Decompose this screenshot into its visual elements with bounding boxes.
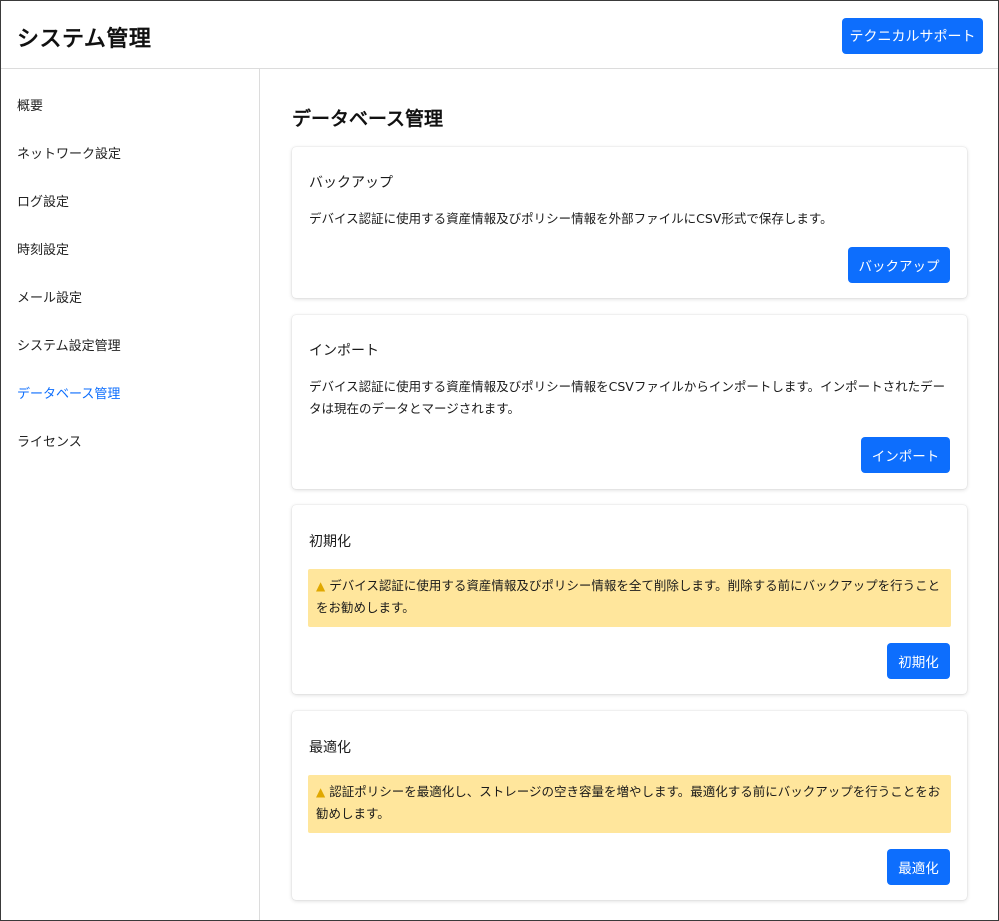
sidebar-item-license[interactable]: ライセンス — [17, 431, 82, 450]
sidebar-item-log-settings[interactable]: ログ設定 — [17, 191, 69, 210]
page-title: データベース管理 — [292, 108, 444, 130]
warning-text: デバイス認証に使用する資産情報及びポリシー情報を全て削除します。削除する前にバッ… — [316, 578, 941, 615]
backup-card: バックアップ デバイス認証に使用する資産情報及びポリシー情報を外部ファイルにCS… — [292, 147, 967, 298]
warning-triangle-icon: ▲ — [316, 785, 326, 799]
technical-support-button[interactable]: テクニカルサポート — [842, 18, 983, 54]
warning-alert: ▲ デバイス認証に使用する資産情報及びポリシー情報を全て削除します。削除する前にバ… — [308, 569, 951, 627]
sidebar-item-system-settings[interactable]: システム設定管理 — [17, 335, 121, 354]
sidebar-item-time-settings[interactable]: 時刻設定 — [17, 239, 69, 258]
warning-alert: ▲ 認証ポリシーを最適化し、ストレージの空き容量を増やします。最適化する前にバック… — [308, 775, 951, 833]
card-title: バックアップ — [309, 175, 393, 191]
header: システム管理 テクニカルサポート — [1, 1, 998, 69]
optimize-button[interactable]: 最適化 — [887, 849, 950, 885]
card-title: 初期化 — [309, 534, 351, 550]
warning-text: 認証ポリシーを最適化し、ストレージの空き容量を増やします。最適化する前にバックア… — [316, 784, 941, 821]
sidebar-item-overview[interactable]: 概要 — [17, 95, 43, 114]
card-description: デバイス認証に使用する資産情報及びポリシー情報をCSVファイルからインポートしま… — [309, 379, 946, 416]
optimize-card: 最適化 ▲ 認証ポリシーを最適化し、ストレージの空き容量を増やします。最適化する前… — [292, 711, 967, 900]
sidebar-item-database[interactable]: データベース管理 — [17, 383, 120, 402]
import-card: インポート デバイス認証に使用する資産情報及びポリシー情報をCSVファイルからイ… — [292, 315, 967, 489]
app-title: システム管理 — [17, 27, 152, 52]
app-window: システム管理 テクニカルサポート 概要 ネットワーク設定 ログ設定 時刻設定 メ… — [0, 0, 999, 921]
card-description: デバイス認証に使用する資産情報及びポリシー情報を外部ファイルにCSV形式で保存し… — [309, 211, 833, 226]
card-title: 最適化 — [309, 740, 351, 756]
initialize-card: 初期化 ▲ デバイス認証に使用する資産情報及びポリシー情報を全て削除します。削除す… — [292, 505, 967, 694]
main-content: データベース管理 バックアップ デバイス認証に使用する資産情報及びポリシー情報を… — [261, 70, 998, 920]
import-button[interactable]: インポート — [861, 437, 950, 473]
initialize-button[interactable]: 初期化 — [887, 643, 950, 679]
sidebar-item-mail-settings[interactable]: メール設定 — [17, 287, 82, 306]
card-title: インポート — [309, 343, 379, 359]
sidebar: 概要 ネットワーク設定 ログ設定 時刻設定 メール設定 システム設定管理 データ… — [1, 69, 260, 920]
warning-triangle-icon: ▲ — [316, 579, 326, 593]
sidebar-item-network-settings[interactable]: ネットワーク設定 — [17, 143, 121, 162]
backup-button[interactable]: バックアップ — [848, 247, 950, 283]
